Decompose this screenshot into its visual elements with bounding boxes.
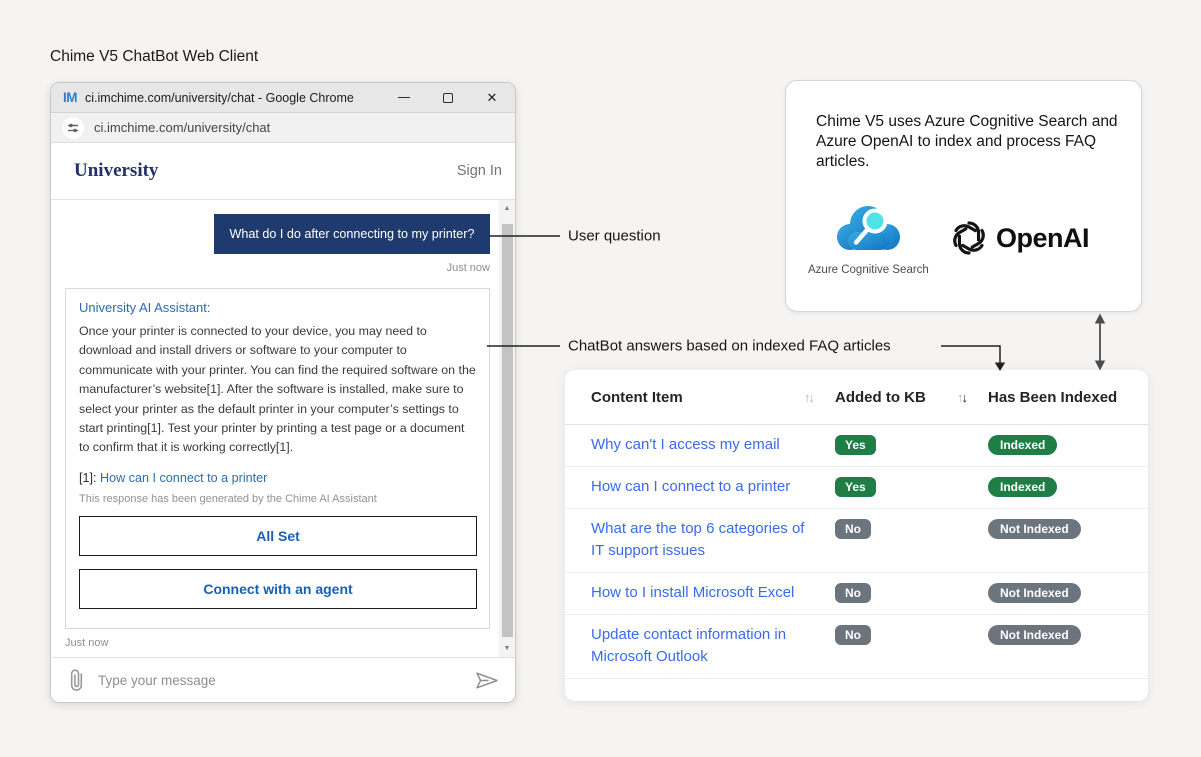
bot-message-timestamp: Just now [65, 637, 109, 649]
content-item-link[interactable]: Update contact information in Microsoft … [591, 624, 819, 668]
indexed-status-badge: Not Indexed [988, 625, 1081, 645]
bot-message-wrap: University AI Assistant: Once your print… [65, 288, 490, 649]
content-item-link[interactable]: What are the top 6 categories of IT supp… [591, 518, 819, 562]
added-to-kb-badge: No [835, 625, 871, 645]
added-to-kb-badge: Yes [835, 435, 876, 455]
user-message-timestamp: Just now [446, 262, 490, 274]
table-header-row: Content Item ↑↓ Added to KB ↑↓ Has Been … [565, 370, 1148, 425]
maximize-button[interactable] [441, 91, 455, 105]
column-added-to-kb: Added to KB ↑↓ [835, 389, 988, 406]
citation-line: [1]: How can I connect to a printer [79, 471, 477, 485]
column-content-item: Content Item ↑↓ [591, 389, 835, 406]
info-card-text: Chime V5 uses Azure Cognitive Search and… [816, 113, 1118, 170]
browser-window: IM ci.imchime.com/university/chat - Goog… [50, 82, 516, 703]
azure-search-icon [837, 206, 900, 250]
ai-disclaimer: This response has been generated by the … [79, 492, 377, 505]
column-label: Content Item [591, 388, 683, 406]
azure-search-label: Azure Cognitive Search [808, 264, 929, 276]
minimize-button[interactable] [397, 91, 411, 105]
browser-titlebar: IM ci.imchime.com/university/chat - Goog… [51, 83, 515, 113]
indexed-status-badge: Not Indexed [988, 519, 1081, 539]
bot-message-text: Once your printer is connected to your d… [79, 324, 476, 455]
address-url[interactable]: ci.imchime.com/university/chat [94, 120, 270, 135]
table-row: What are the top 6 categories of IT supp… [565, 509, 1148, 573]
added-to-kb-badge: No [835, 583, 871, 603]
message-input[interactable] [98, 672, 461, 688]
table-row: Update contact information in Microsoft … [565, 615, 1148, 679]
sign-in-link[interactable]: Sign In [457, 163, 502, 179]
added-to-kb-badge: Yes [835, 477, 876, 497]
indexed-status-badge: Not Indexed [988, 583, 1081, 603]
message-composer [51, 657, 515, 702]
bot-sender-label: University AI Assistant: [79, 300, 211, 315]
chat-message-area: What do I do after connecting to my prin… [51, 200, 515, 657]
table-row: Why can't I access my email Yes Indexed [565, 425, 1148, 467]
azure-cognitive-search-logo: Azure Cognitive Search [808, 202, 929, 276]
column-label: Added to KB [835, 388, 926, 406]
attachment-icon[interactable] [69, 668, 84, 692]
scroll-up-icon[interactable]: ▲ [499, 205, 515, 212]
content-item-link[interactable]: How to I install Microsoft Excel [591, 582, 794, 604]
scrollbar-thumb[interactable] [501, 224, 513, 637]
added-to-kb-badge: No [835, 519, 871, 539]
openai-logo: OpenAI [949, 218, 1090, 258]
bot-message-card: University AI Assistant: Once your print… [65, 288, 490, 629]
user-message-bubble: What do I do after connecting to my prin… [214, 214, 490, 254]
site-settings-icon[interactable] [62, 116, 84, 139]
table-row: How to I install Microsoft Excel No Not In… [565, 573, 1148, 615]
maximize-icon [443, 92, 453, 103]
kb-table-card: Content Item ↑↓ Added to KB ↑↓ Has Been … [565, 370, 1148, 701]
sort-icon-content-item[interactable]: ↑↓ [804, 390, 815, 405]
openai-wordmark: OpenAI [996, 222, 1090, 253]
sort-icon-added-to-kb[interactable]: ↑↓ [957, 390, 968, 405]
openai-icon [953, 221, 985, 255]
column-has-been-indexed: Has Been Indexed [988, 389, 1128, 406]
info-card: Chime V5 uses Azure Cognitive Search and… [785, 80, 1142, 312]
connect-agent-button[interactable]: Connect with an agent [79, 568, 477, 609]
all-set-button[interactable]: All Set [79, 515, 477, 556]
address-bar: ci.imchime.com/university/chat [51, 113, 515, 143]
table-row: How can I connect to a printer Yes Indexed [565, 467, 1148, 509]
content-item-link[interactable]: Why can't I access my email [591, 434, 780, 456]
citation-link[interactable]: How can I connect to a printer [100, 471, 267, 485]
indexed-status-badge: Indexed [988, 435, 1058, 455]
chat-header: University Sign In [51, 143, 515, 200]
close-button[interactable]: ✕ [485, 90, 499, 105]
citation-label: [1]: [79, 470, 97, 485]
column-label: Has Been Indexed [988, 388, 1118, 406]
window-title: ci.imchime.com/university/chat - Google … [85, 90, 354, 105]
university-brand: University [74, 160, 159, 181]
table-body: Why can't I access my email Yes Indexed How… [565, 425, 1148, 679]
page-title: Chime V5 ChatBot Web Client [50, 48, 259, 65]
content-item-link[interactable]: How can I connect to a printer [591, 476, 790, 498]
annotation-user-question: User question [568, 227, 661, 245]
annotation-chatbot-answers: ChatBot answers based on indexed FAQ art… [568, 337, 891, 355]
imchime-logo: IM [63, 90, 78, 105]
minimize-icon [398, 96, 410, 99]
scroll-down-icon[interactable]: ▼ [499, 645, 515, 652]
indexed-status-badge: Indexed [988, 477, 1058, 497]
send-icon[interactable] [475, 671, 499, 690]
chat-scrollbar[interactable]: ▲ ▼ [499, 200, 515, 657]
